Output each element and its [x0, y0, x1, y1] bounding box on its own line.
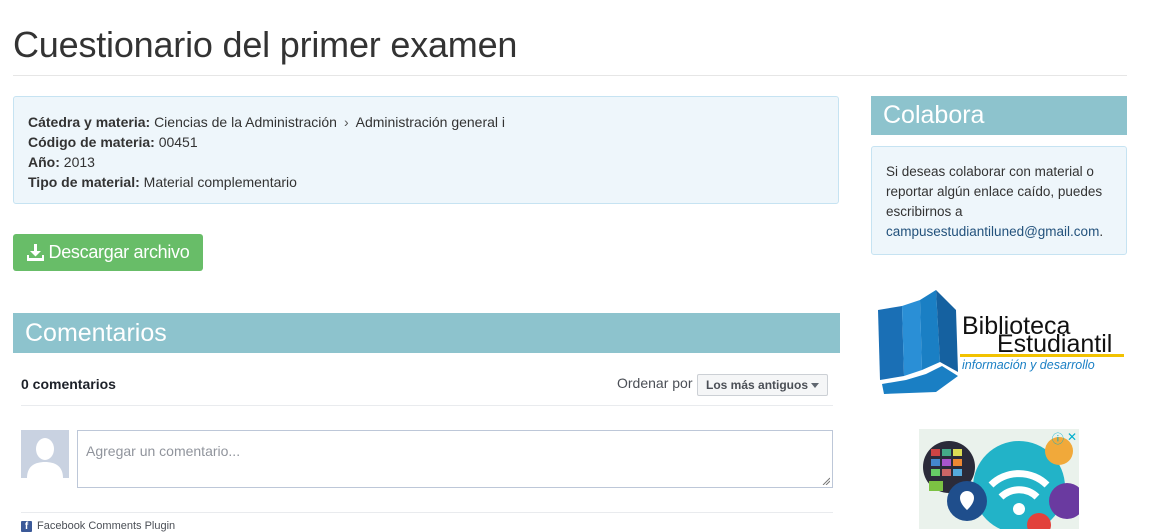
comments-divider: [21, 405, 833, 406]
svg-text:información y desarrollo: información y desarrollo: [962, 358, 1095, 372]
info-icon[interactable]: ⓘ: [1052, 430, 1064, 447]
page-title: Cuestionario del primer examen: [13, 24, 518, 65]
book-logo-icon: Biblioteca Estudiantil información y des…: [878, 290, 1124, 394]
comments-header-label: Comentarios: [25, 318, 167, 347]
catedra-row: Cátedra y materia: Ciencias de la Admini…: [28, 112, 824, 132]
ad-controls[interactable]: ⓘ ✕: [1052, 430, 1077, 447]
comment-placeholder: Agregar un comentario...: [86, 443, 241, 459]
codigo-value: 00451: [158, 134, 198, 150]
tipo-label: Tipo de material:: [28, 174, 140, 190]
material-info-panel: Cátedra y materia: Ciencias de la Admini…: [13, 96, 839, 204]
comments-header: Comentarios: [13, 313, 840, 353]
tipo-value: Material complementario: [143, 174, 297, 190]
facebook-plugin-link[interactable]: f Facebook Comments Plugin: [21, 520, 175, 532]
title-divider: [13, 75, 1127, 76]
advertisement[interactable]: ⓘ ✕: [919, 429, 1079, 529]
catedra-link[interactable]: Ciencias de la Administración: [154, 114, 337, 130]
materia-link[interactable]: Administración general i: [356, 114, 505, 130]
codigo-row: Código de materia: 00451: [28, 132, 824, 152]
breadcrumb-separator: ›: [343, 114, 349, 130]
colabora-text: Si deseas colaborar con material o repor…: [886, 164, 1103, 219]
close-icon[interactable]: ✕: [1067, 430, 1077, 447]
avatar: [21, 430, 69, 478]
comment-input[interactable]: Agregar un comentario...: [77, 430, 833, 488]
sort-label: Ordenar por: [617, 375, 693, 391]
plugin-label: Facebook Comments Plugin: [37, 520, 176, 532]
colabora-header: Colabora: [871, 96, 1127, 135]
resize-handle-icon[interactable]: [822, 477, 830, 485]
user-silhouette-icon: [21, 430, 69, 478]
biblioteca-estudiantil-logo[interactable]: Biblioteca Estudiantil información y des…: [876, 288, 1128, 396]
colabora-header-label: Colabora: [883, 101, 985, 129]
tipo-row: Tipo de material: Material complementari…: [28, 172, 824, 192]
download-file-button[interactable]: Descargar archivo: [13, 234, 203, 271]
codigo-label: Código de materia:: [28, 134, 155, 150]
comment-count: 0 comentarios: [21, 376, 116, 392]
email-period: .: [1099, 224, 1104, 239]
chevron-down-icon: [811, 382, 819, 388]
anio-value: 2013: [63, 154, 95, 170]
catedra-label: Cátedra y materia:: [28, 114, 151, 130]
sort-select-value: Los más antiguos: [706, 378, 809, 392]
download-icon: [26, 244, 44, 261]
email-link[interactable]: campusestudiantiluned@gmail.com: [886, 224, 1099, 239]
svg-text:Estudiantil: Estudiantil: [997, 330, 1112, 358]
facebook-icon: f: [21, 520, 32, 532]
download-label: Descargar archivo: [48, 242, 190, 262]
colabora-panel: Si deseas colaborar con material o repor…: [871, 146, 1127, 255]
anio-label: Año:: [28, 154, 60, 170]
anio-row: Año: 2013: [28, 152, 824, 172]
sort-select[interactable]: Los más antiguos: [697, 374, 828, 396]
plugin-divider: [21, 512, 833, 513]
